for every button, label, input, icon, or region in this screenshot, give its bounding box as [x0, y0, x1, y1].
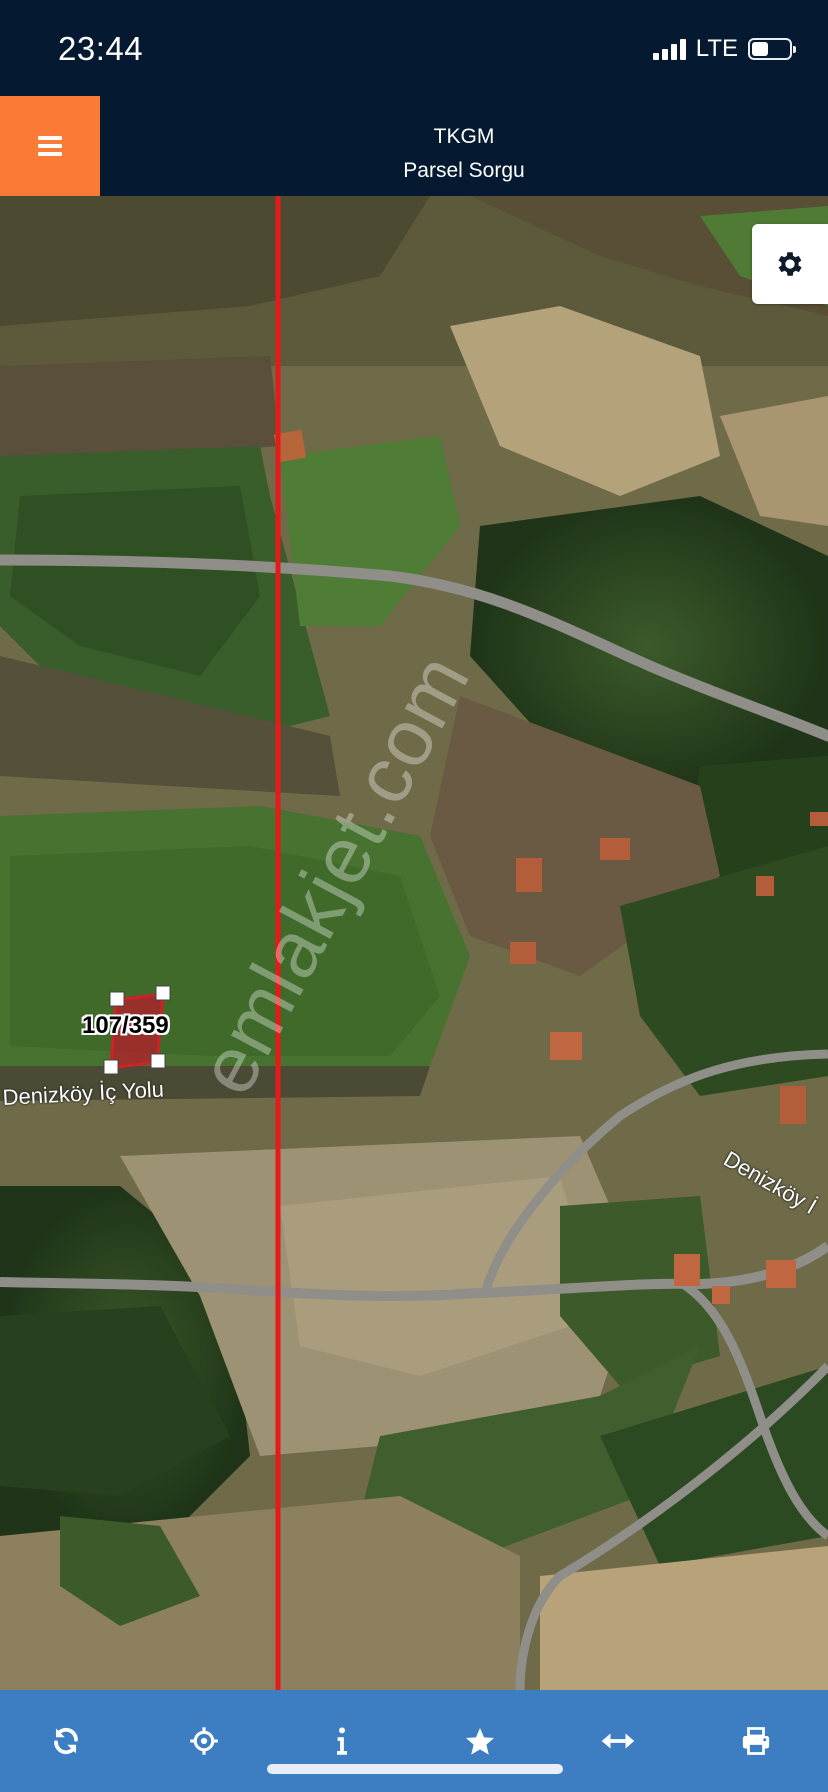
parcel-vertex-handle[interactable] [103, 1059, 119, 1075]
info-button[interactable] [302, 1690, 382, 1792]
map-imagery [0, 196, 828, 1690]
status-bar: 23:44 LTE [0, 0, 828, 96]
battery-icon [748, 38, 796, 60]
header-title-block: TKGM Parsel Sorgu [100, 120, 828, 188]
battery-level [752, 42, 768, 56]
menu-button[interactable] [0, 96, 100, 196]
home-indicator[interactable] [267, 1764, 563, 1774]
favorite-button[interactable] [440, 1690, 520, 1792]
map-settings-button[interactable] [752, 224, 828, 304]
parcel-label[interactable]: 107/359 [82, 1012, 169, 1040]
signal-icon [652, 38, 686, 60]
status-time: 23:44 [58, 30, 144, 67]
gear-icon [778, 252, 802, 276]
header-title: TKGM [433, 125, 495, 148]
hamburger-menu-icon [38, 136, 62, 156]
satellite-map[interactable]: emlakjet.com [0, 196, 828, 1690]
measure-button[interactable] [578, 1690, 658, 1792]
refresh-icon [54, 1727, 78, 1755]
status-indicators: LTE [652, 34, 796, 64]
measure-arrows-icon [601, 1733, 635, 1749]
parcel-vertex-handle[interactable] [150, 1053, 166, 1069]
print-icon [742, 1727, 770, 1755]
bottom-toolbar [0, 1690, 828, 1792]
parcel-vertex-handle[interactable] [109, 991, 125, 1007]
star-icon [466, 1728, 494, 1755]
app-header: TKGM Parsel Sorgu [0, 96, 828, 196]
network-type: LTE [695, 35, 738, 62]
locate-button[interactable] [164, 1690, 244, 1792]
print-button[interactable] [716, 1690, 796, 1792]
refresh-button[interactable] [26, 1690, 106, 1792]
parcel-vertex-handle[interactable] [155, 985, 171, 1001]
info-icon [337, 1727, 347, 1755]
locate-crosshair-icon [190, 1727, 218, 1755]
header-subtitle: Parsel Sorgu [403, 159, 525, 182]
